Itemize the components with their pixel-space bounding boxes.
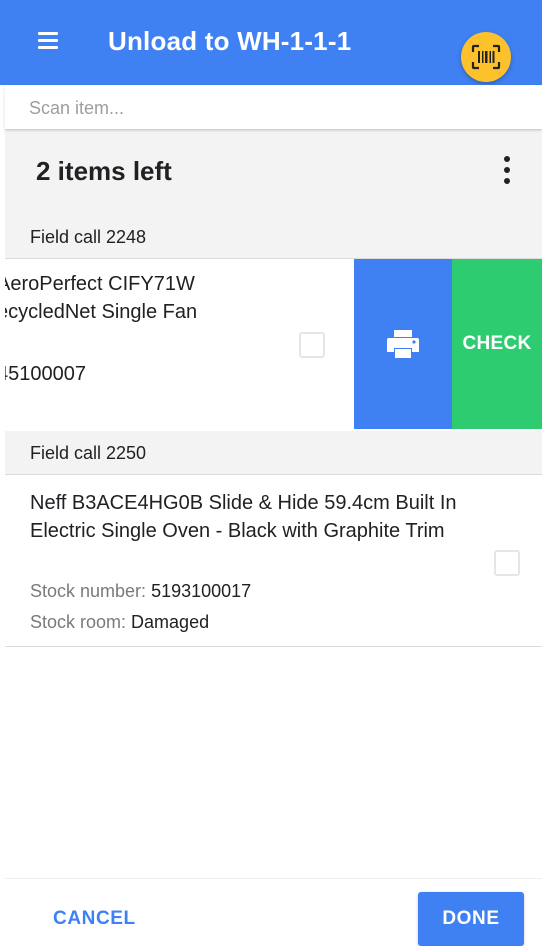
check-button[interactable]: CHECK [452, 259, 542, 429]
item-stock-room-row: Stock room: Damaged [30, 612, 209, 633]
item-checkbox[interactable] [299, 332, 325, 358]
scan-item-bar [5, 85, 542, 130]
print-label-button[interactable] [354, 259, 452, 429]
group-header-field-call-2248: Field call 2248 [5, 215, 542, 259]
menu-icon[interactable] [38, 32, 58, 52]
group-header-field-call-2250: Field call 2250 [5, 431, 542, 475]
page-title: Unload to WH-1-1-1 [108, 26, 352, 56]
barcode-scan-icon [471, 44, 501, 70]
cancel-button[interactable]: CANCEL [25, 891, 165, 946]
item-stock-number: 45100007 [5, 363, 86, 385]
list-item-swiped[interactable]: AeroPerfect CIFY71W ecycledNet Single Fa… [5, 259, 542, 429]
printer-icon [387, 330, 419, 358]
items-left-count: 2 items left [36, 156, 172, 186]
stock-room-label: Stock room: [30, 612, 127, 632]
item-checkbox[interactable] [494, 550, 520, 576]
items-left-header: 2 items left [5, 132, 542, 215]
item-stock-number-row: Stock number: 5193100017 [30, 581, 251, 602]
list-item-content[interactable]: AeroPerfect CIFY71W ecycledNet Single Fa… [5, 259, 357, 429]
app-bar: Unload to WH-1-1-1 [0, 0, 542, 85]
list-item[interactable]: Neff B3ACE4HG0B Slide & Hide 59.4cm Buil… [5, 475, 542, 647]
item-title: Neff B3ACE4HG0B Slide & Hide 59.4cm Buil… [30, 492, 457, 542]
stock-number-value: 5193100017 [151, 581, 252, 601]
stock-number-label: Stock number: [30, 581, 147, 601]
item-title-line-2: ecycledNet Single Fan [5, 301, 198, 323]
group-header-label: Field call 2248 [30, 227, 147, 247]
done-button[interactable]: DONE [418, 892, 524, 946]
stock-room-value: Damaged [131, 612, 210, 632]
more-vert-icon[interactable] [504, 156, 512, 190]
group-header-label: Field call 2250 [30, 443, 147, 463]
bottom-action-bar: CANCEL DONE [5, 878, 542, 946]
scan-barcode-button[interactable] [461, 32, 511, 82]
scan-item-input[interactable] [29, 95, 509, 121]
item-title-line-1: AeroPerfect CIFY71W [5, 273, 195, 295]
